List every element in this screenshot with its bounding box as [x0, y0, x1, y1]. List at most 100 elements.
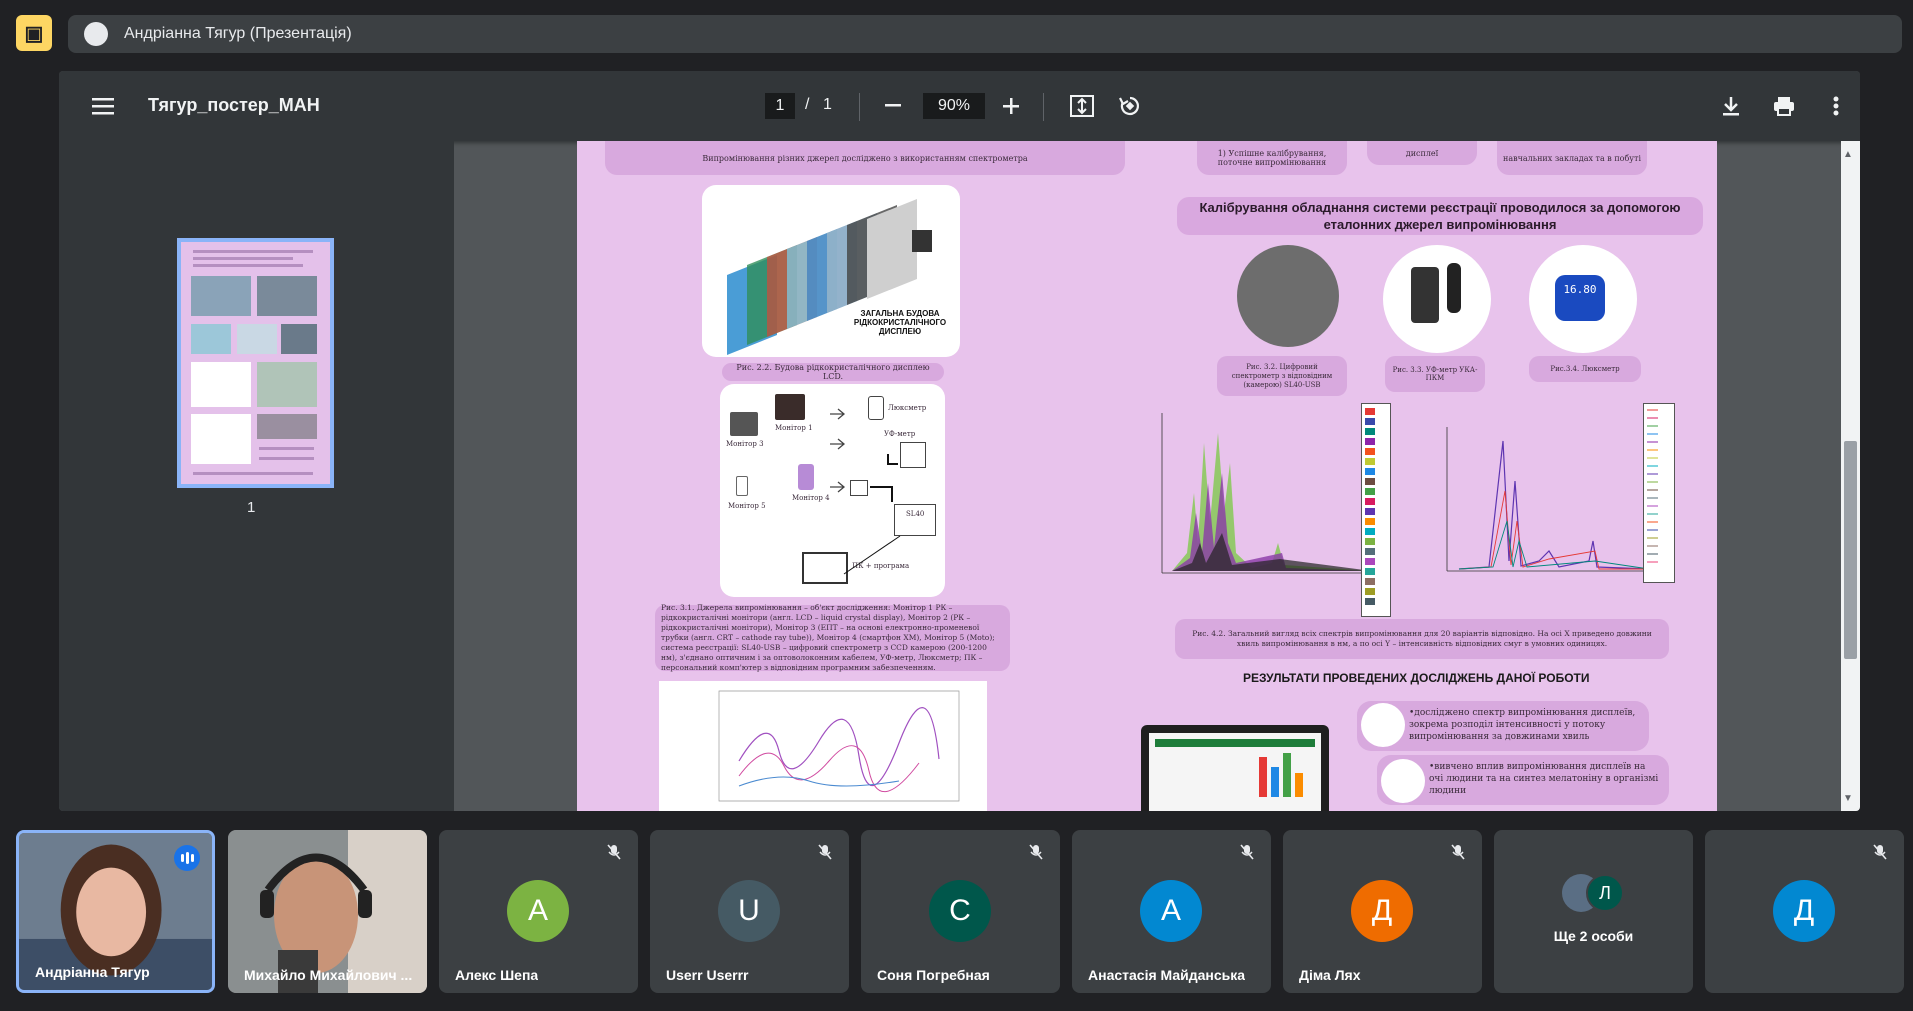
calibration-title: Калібрування обладнання системи реєстрац…: [1177, 197, 1703, 235]
scroll-up-icon[interactable]: ▲: [1843, 149, 1853, 160]
scrollbar-thumb[interactable]: [1844, 441, 1857, 659]
legend-chip: [1365, 428, 1375, 435]
presenter-label: Андріанна Тягур (Презентація): [124, 25, 352, 42]
more-participants-avatars: Л: [1562, 874, 1632, 914]
zoom-level[interactable]: 90%: [923, 93, 985, 119]
figure-2-2-caption: Рис. 2.2. Будова рідкокристалічного дисп…: [722, 363, 944, 381]
participant-tile[interactable]: Д Діма Лях: [1283, 830, 1482, 993]
mic-off-icon: [1237, 842, 1257, 862]
avatar: Д: [1351, 880, 1413, 942]
legend-chip: [1365, 558, 1375, 565]
participant-tile[interactable]: Михайло Михайлович ...: [228, 830, 427, 993]
page-number-input[interactable]: 1: [765, 93, 795, 119]
legend-chip: [1365, 548, 1375, 555]
pdf-toolbar: Тягур_постер_МАН 1 / 1 90%: [59, 71, 1860, 141]
spectrometer-photo: [1237, 245, 1339, 347]
legend-chip: [1365, 418, 1375, 425]
thumb-image: [191, 414, 251, 464]
spreadsheet-header: [1155, 739, 1315, 747]
result-bullet-1-image: [1361, 703, 1405, 747]
plus-icon[interactable]: [991, 86, 1031, 126]
legend-chip: [1365, 508, 1375, 515]
spectra-legend-2: [1643, 403, 1675, 583]
mic-off-icon: [815, 842, 835, 862]
pdf-page: Випромінювання різних джерел досліджено …: [577, 141, 1717, 811]
3d-spectrum-chart: [659, 681, 987, 811]
legend-chip: [1365, 488, 1375, 495]
thumbnail-page-number: 1: [247, 499, 256, 516]
legend-chip: [1365, 568, 1375, 575]
figure-3-2-caption: Рис. 3.2. Цифровий спектрометр з відпові…: [1217, 356, 1347, 396]
participant-tile[interactable]: А Алекс Шепа: [439, 830, 638, 993]
thumb-image: [257, 414, 317, 439]
participant-tile[interactable]: Андріанна Тягур: [16, 830, 215, 993]
fit-page-icon[interactable]: [1062, 86, 1102, 126]
participant-name: Userr Userrr: [666, 967, 749, 983]
setup-diagram: Монітор 3 Монітор 1 Монітор 4 Монітор 5 …: [720, 384, 945, 597]
rotate-icon[interactable]: [1110, 86, 1150, 126]
hamburger-menu-icon[interactable]: [83, 86, 123, 126]
participant-tile-more[interactable]: Л Ще 2 особи: [1494, 830, 1693, 993]
participant-name: Анастасія Майданська: [1088, 967, 1246, 983]
participant-name: Соня Погребная: [877, 967, 990, 983]
display-structure-label: ЗАГАЛЬНА БУДОВА РІДКОКРИСТАЛІЧНОГО ДИСПЛ…: [853, 309, 947, 336]
minus-icon[interactable]: [873, 86, 913, 126]
participant-tile[interactable]: Д: [1705, 830, 1904, 993]
more-participants-label: Ще 2 особи: [1553, 928, 1634, 944]
figure-4-2-caption: Рис. 4.2. Загальний вигляд всіх спектрів…: [1175, 619, 1669, 659]
participant-tile[interactable]: А Анастасія Майданська: [1072, 830, 1271, 993]
pdf-viewer: Тягур_постер_МАН 1 / 1 90% 1 Випромінюва…: [59, 71, 1860, 811]
mic-off-icon: [604, 842, 624, 862]
page-thumbnail[interactable]: [177, 238, 334, 488]
legend-chip: [1365, 588, 1375, 595]
thumb-image: [237, 324, 277, 354]
figure-3-1-caption: Рис. 3.1. Джерела випромінювання – об'єк…: [655, 603, 1010, 672]
chart-bar: [1259, 757, 1267, 797]
mic-off-icon: [1448, 842, 1468, 862]
laptop-screen: [1149, 733, 1321, 811]
uv-meter-body: [1411, 267, 1439, 323]
display-structure-image: ЗАГАЛЬНА БУДОВА РІДКОКРИСТАЛІЧНОГО ДИСПЛ…: [702, 185, 960, 357]
spectra-chart-2: [1419, 421, 1655, 586]
legend-chip: [1365, 498, 1375, 505]
participant-name: Андріанна Тягур: [35, 964, 150, 980]
figure-3-4-caption: Рис.3.4. Люксметр: [1529, 356, 1641, 382]
thumb-line: [193, 250, 313, 253]
top-text-band: Випромінювання різних джерел досліджено …: [605, 141, 1125, 175]
print-icon[interactable]: [1764, 86, 1804, 126]
chart-bar: [1295, 773, 1303, 797]
luxmeter-display: 16.80: [1555, 275, 1605, 321]
presentation-off-icon[interactable]: ▣: [16, 15, 52, 51]
legend-chip: [1365, 528, 1375, 535]
legend-chip: [1365, 578, 1375, 585]
spectra-chart-1: [1132, 403, 1384, 588]
thumb-line: [193, 472, 313, 475]
legend-chip: [1365, 468, 1375, 475]
toolbar-divider: [859, 93, 860, 121]
chart-bar: [1271, 767, 1279, 797]
participant-name: Діма Лях: [1299, 967, 1361, 983]
thumb-image: [281, 324, 317, 354]
thumb-image: [191, 276, 251, 316]
legend-chip: [1365, 408, 1375, 415]
speaking-indicator-icon: [174, 845, 200, 871]
avatar: Л: [1586, 874, 1624, 912]
thumb-image: [257, 362, 317, 407]
avatar: U: [718, 880, 780, 942]
toolbar-divider: [1043, 93, 1044, 121]
top-text-band: навчальних закладах та в побуті: [1497, 141, 1647, 175]
thumb-line: [193, 264, 303, 267]
download-icon[interactable]: [1711, 86, 1751, 126]
participant-tile[interactable]: U Userr Userrr: [650, 830, 849, 993]
legend-chip: [1365, 518, 1375, 525]
legend-chip: [1365, 598, 1375, 605]
spectra-legend-1: [1361, 403, 1391, 617]
participant-tile[interactable]: С Соня Погребная: [861, 830, 1060, 993]
thumb-image: [191, 324, 231, 354]
laptop-image: [1141, 725, 1329, 811]
scroll-down-icon[interactable]: ▼: [1843, 793, 1853, 804]
thumbnail-sidebar: 1: [59, 141, 454, 811]
more-vert-icon[interactable]: [1816, 86, 1856, 126]
uv-meter-probe: [1447, 263, 1461, 313]
chart-bar: [1283, 753, 1291, 797]
